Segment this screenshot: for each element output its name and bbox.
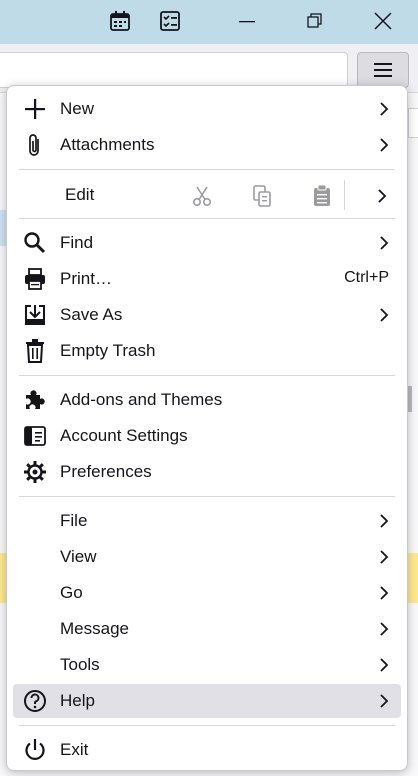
app-menu-panel: New Attachments Edit Find Print… Ctrl+P: [6, 85, 408, 771]
gear-icon: [23, 460, 47, 484]
restore-icon[interactable]: [302, 8, 328, 34]
trash-icon: [23, 339, 47, 363]
power-icon: [23, 738, 47, 762]
menu-item-label: Empty Trash: [60, 341, 156, 360]
calendar-icon[interactable]: [107, 8, 133, 34]
window-titlebar: [0, 0, 418, 44]
menu-item-label: Attachments: [60, 135, 155, 154]
chevron-right-icon: [377, 234, 391, 252]
menu-item-label: Print…: [60, 269, 112, 288]
search-icon: [23, 231, 47, 255]
chevron-right-icon: [377, 100, 391, 118]
hamburger-icon: [374, 63, 392, 77]
menu-item-print[interactable]: Print… Ctrl+P: [13, 262, 401, 296]
menu-item-label: File: [60, 511, 88, 530]
menu-item-help[interactable]: Help: [13, 684, 401, 718]
menu-item-view[interactable]: View: [13, 540, 401, 574]
search-bar[interactable]: [0, 52, 348, 88]
cut-icon[interactable]: [189, 183, 215, 209]
menu-separator: [19, 218, 395, 219]
menu-item-label: Preferences: [60, 462, 152, 481]
chevron-right-icon[interactable]: [369, 183, 395, 209]
menu-item-find[interactable]: Find: [13, 226, 401, 260]
menu-item-save-as[interactable]: Save As: [13, 298, 401, 332]
menu-separator: [19, 725, 395, 726]
paste-icon[interactable]: [309, 183, 335, 209]
printer-icon: [23, 267, 47, 291]
menu-item-label: Find: [60, 233, 94, 252]
menu-item-label: New: [60, 99, 95, 118]
menu-item-label: Tools: [60, 655, 100, 674]
menu-item-preferences[interactable]: Preferences: [13, 455, 401, 489]
menu-item-tools[interactable]: Tools: [13, 648, 401, 682]
paperclip-icon: [23, 133, 47, 157]
chevron-right-icon: [377, 620, 391, 638]
menu-item-label: View: [60, 547, 97, 566]
menu-item-new[interactable]: New: [13, 92, 401, 126]
help-icon: [23, 689, 47, 713]
account-settings-icon: [23, 424, 47, 448]
menu-item-label: Exit: [60, 740, 89, 759]
menu-item-go[interactable]: Go: [13, 576, 401, 610]
chevron-right-icon: [377, 548, 391, 566]
background-field: [408, 108, 418, 138]
tasks-icon[interactable]: [157, 8, 183, 34]
chevron-right-icon: [377, 692, 391, 710]
menu-item-message[interactable]: Message: [13, 612, 401, 646]
menu-item-label: Message: [60, 619, 129, 638]
chevron-right-icon: [377, 136, 391, 154]
chevron-right-icon: [377, 584, 391, 602]
puzzle-icon: [23, 388, 47, 412]
save-as-icon: [23, 303, 47, 327]
menu-item-attachments[interactable]: Attachments: [13, 128, 401, 162]
menu-item-label: Account Settings: [60, 426, 188, 445]
app-menu-button[interactable]: [357, 52, 409, 88]
edit-label: Edit: [65, 185, 95, 204]
menu-item-file[interactable]: File: [13, 504, 401, 538]
menu-item-label: Add-ons and Themes: [60, 390, 223, 409]
copy-icon[interactable]: [249, 183, 275, 209]
close-icon[interactable]: [370, 8, 396, 34]
edit-row: Edit: [13, 177, 401, 213]
edit-row-divider: [344, 180, 345, 210]
minimize-icon[interactable]: [234, 8, 260, 34]
shortcut-label: Ctrl+P: [344, 269, 389, 286]
plus-icon: [23, 97, 47, 121]
chevron-right-icon: [377, 306, 391, 324]
menu-separator: [19, 375, 395, 376]
chevron-right-icon: [377, 656, 391, 674]
menu-item-exit[interactable]: Exit: [13, 733, 401, 767]
menu-item-empty-trash[interactable]: Empty Trash: [13, 334, 401, 368]
menu-separator: [19, 169, 395, 170]
menu-separator: [19, 496, 395, 497]
menu-item-account-settings[interactable]: Account Settings: [13, 419, 401, 453]
menu-item-addons-themes[interactable]: Add-ons and Themes: [13, 383, 401, 417]
menu-item-label: Save As: [60, 305, 123, 324]
chevron-right-icon: [377, 512, 391, 530]
menu-item-label: Help: [60, 691, 95, 710]
menu-item-label: Go: [60, 583, 83, 602]
